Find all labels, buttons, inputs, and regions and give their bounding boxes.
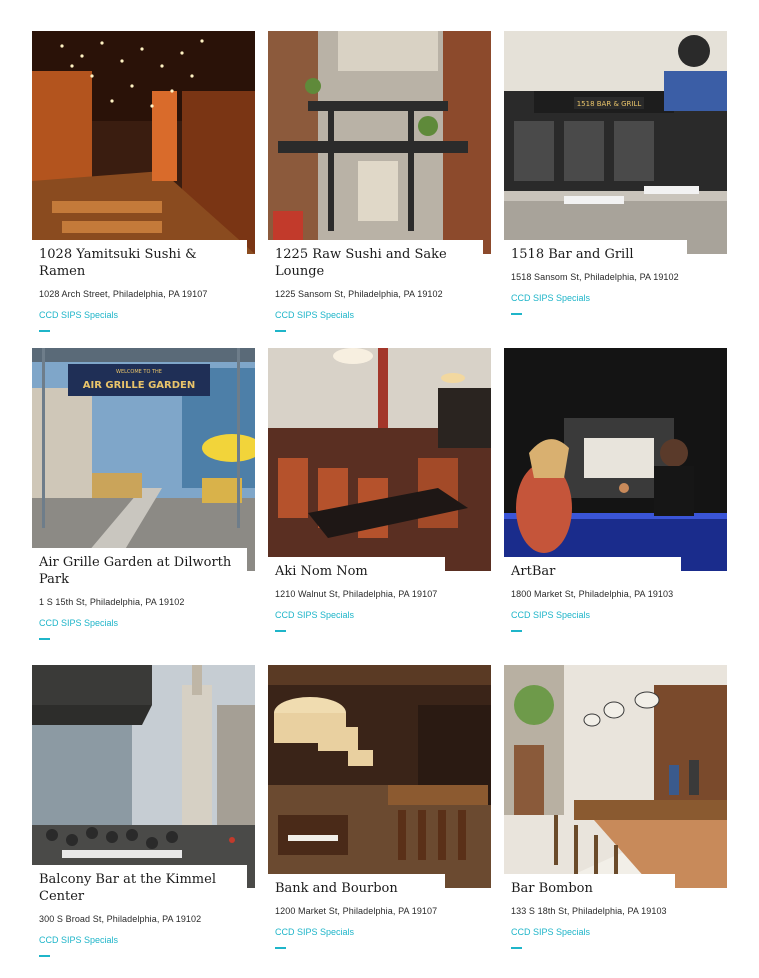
listing-name[interactable]: ArtBar: [511, 563, 673, 580]
listing-address: 1210 Walnut St, Philadelphia, PA 19107: [275, 589, 438, 599]
listing-name[interactable]: 1518 Bar and Grill: [511, 246, 679, 263]
listing-address: 300 S Broad St, Philadelphia, PA 19102: [39, 914, 202, 924]
listing-caption: Balcony Bar at the Kimmel Center 300 S B…: [32, 865, 247, 957]
listing-caption: Bar Bombon 133 S 18th St, Philadelphia, …: [504, 874, 675, 949]
listing-photo[interactable]: [268, 31, 491, 254]
listing-caption: 1028 Yamitsuki Sushi & Ramen 1028 Arch S…: [32, 240, 247, 332]
listing-address: 1 S 15th St, Philadelphia, PA 19102: [39, 597, 185, 607]
specials-link[interactable]: CCD SIPS Specials: [275, 927, 437, 937]
listing-address: 1518 Sansom St, Philadelphia, PA 19102: [511, 272, 679, 282]
accent-dash: [511, 313, 522, 315]
listing-photo[interactable]: [504, 665, 727, 888]
listing-address: 1028 Arch Street, Philadelphia, PA 19107: [39, 289, 208, 299]
listing-photo[interactable]: [268, 665, 491, 888]
listing-photo[interactable]: [32, 31, 255, 254]
accent-dash: [511, 947, 522, 949]
accent-dash: [39, 330, 50, 332]
listing-photo[interactable]: [268, 348, 491, 571]
accent-dash: [511, 630, 522, 632]
listing-card[interactable]: 1518 BAR & GRILL 1518 Bar and Grill 1518…: [504, 31, 727, 348]
listing-card[interactable]: ArtBar 1800 Market St, Philadelphia, PA …: [504, 348, 727, 665]
listing-card[interactable]: 1225 Raw Sushi and Sake Lounge 1225 Sans…: [268, 31, 491, 348]
listing-name[interactable]: Bank and Bourbon: [275, 880, 437, 897]
listing-card[interactable]: Bank and Bourbon 1200 Market St, Philade…: [268, 665, 491, 978]
listing-photo[interactable]: [504, 348, 727, 571]
listing-caption: Bank and Bourbon 1200 Market St, Philade…: [268, 874, 446, 949]
listing-name[interactable]: 1225 Raw Sushi and Sake Lounge: [275, 246, 475, 280]
specials-link[interactable]: CCD SIPS Specials: [511, 927, 667, 937]
specials-link[interactable]: CCD SIPS Specials: [275, 610, 437, 620]
listing-name[interactable]: Air Grille Garden at Dilworth Park: [39, 554, 239, 588]
accent-dash: [275, 330, 286, 332]
specials-link[interactable]: CCD SIPS Specials: [39, 310, 239, 320]
listing-photo[interactable]: 1518 BAR & GRILL: [504, 31, 727, 254]
listing-caption: 1518 Bar and Grill 1518 Sansom St, Phila…: [504, 240, 687, 315]
listing-name[interactable]: Bar Bombon: [511, 880, 667, 897]
listing-address: 1200 Market St, Philadelphia, PA 19107: [275, 906, 438, 916]
specials-link[interactable]: CCD SIPS Specials: [511, 293, 679, 303]
listing-address: 1800 Market St, Philadelphia, PA 19103: [511, 589, 674, 599]
garden-sign-small: WELCOME TO THE: [116, 369, 162, 375]
listing-card[interactable]: Bar Bombon 133 S 18th St, Philadelphia, …: [504, 665, 727, 978]
listing-name[interactable]: Balcony Bar at the Kimmel Center: [39, 871, 239, 905]
accent-dash: [275, 947, 286, 949]
accent-dash: [39, 955, 50, 957]
specials-link[interactable]: CCD SIPS Specials: [275, 310, 475, 320]
listing-address: 133 S 18th St, Philadelphia, PA 19103: [511, 906, 667, 916]
listing-name[interactable]: Aki Nom Nom: [275, 563, 437, 580]
listing-grid: 1028 Yamitsuki Sushi & Ramen 1028 Arch S…: [32, 31, 727, 978]
specials-link[interactable]: CCD SIPS Specials: [39, 935, 239, 945]
listing-caption: Air Grille Garden at Dilworth Park 1 S 1…: [32, 548, 247, 640]
accent-dash: [275, 630, 286, 632]
listing-card[interactable]: Balcony Bar at the Kimmel Center 300 S B…: [32, 665, 255, 978]
listing-caption: ArtBar 1800 Market St, Philadelphia, PA …: [504, 557, 682, 632]
accent-dash: [39, 638, 50, 640]
storefront-sign: 1518 BAR & GRILL: [577, 100, 642, 108]
listing-caption: Aki Nom Nom 1210 Walnut St, Philadelphia…: [268, 557, 446, 632]
specials-link[interactable]: CCD SIPS Specials: [39, 618, 239, 628]
listing-card[interactable]: 1028 Yamitsuki Sushi & Ramen 1028 Arch S…: [32, 31, 255, 348]
specials-link[interactable]: CCD SIPS Specials: [511, 610, 673, 620]
listing-photo[interactable]: WELCOME TO THE AIR GRILLE GARDEN: [32, 348, 255, 571]
garden-sign: AIR GRILLE GARDEN: [83, 380, 195, 391]
listing-caption: 1225 Raw Sushi and Sake Lounge 1225 Sans…: [268, 240, 483, 332]
listing-address: 1225 Sansom St, Philadelphia, PA 19102: [275, 289, 443, 299]
listing-photo[interactable]: [32, 665, 255, 888]
listing-card[interactable]: WELCOME TO THE AIR GRILLE GARDEN Air Gri…: [32, 348, 255, 665]
listing-name[interactable]: 1028 Yamitsuki Sushi & Ramen: [39, 246, 239, 280]
listing-card[interactable]: Aki Nom Nom 1210 Walnut St, Philadelphia…: [268, 348, 491, 665]
